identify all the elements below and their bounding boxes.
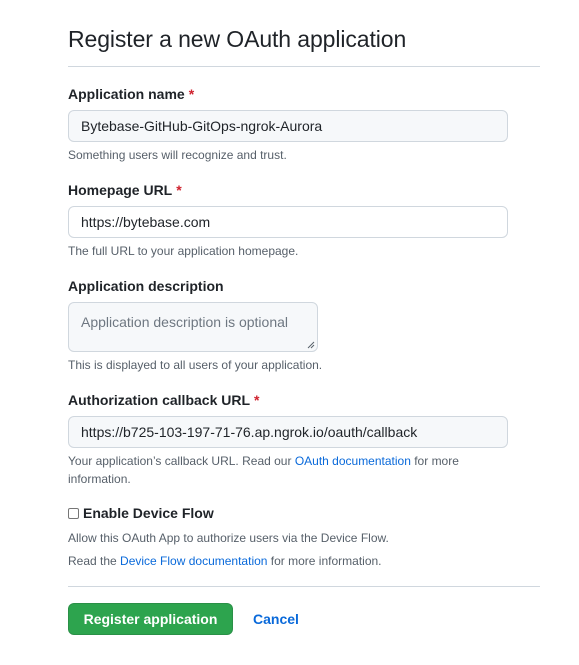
app-name-input[interactable]: Bytebase-GitHub-GitOps-ngrok-Aurora — [68, 110, 508, 142]
app-name-label: Application name * — [68, 86, 194, 102]
device-flow-documentation-link[interactable]: Device Flow documentation — [120, 554, 267, 568]
homepage-url-value: https://bytebase.com — [81, 214, 211, 230]
app-description-help: This is displayed to all users of your a… — [68, 358, 323, 372]
callback-url-input[interactable]: https://b725-103-197-71-76.ap.ngrok.io/o… — [68, 416, 508, 448]
title-divider — [68, 66, 540, 67]
app-description-textarea[interactable]: Application description is optional — [68, 302, 318, 352]
callback-url-value: https://b725-103-197-71-76.ap.ngrok.io/o… — [81, 424, 418, 440]
app-name-help: Something users will recognize and trust… — [68, 148, 287, 162]
oauth-documentation-link[interactable]: OAuth documentation — [295, 454, 411, 468]
homepage-url-label: Homepage URL * — [68, 182, 182, 198]
homepage-url-label-text: Homepage URL — [68, 182, 173, 198]
callback-url-label: Authorization callback URL * — [68, 392, 259, 408]
required-marker: * — [188, 86, 195, 102]
device-flow-docs-note: Read the Device Flow documentation for m… — [68, 552, 508, 570]
cancel-button[interactable]: Cancel — [253, 611, 299, 627]
app-description-placeholder: Application description is optional — [81, 314, 289, 330]
resize-grip-icon[interactable] — [307, 341, 315, 349]
device-flow-help: Allow this OAuth App to authorize users … — [68, 531, 389, 545]
required-marker: * — [254, 392, 260, 408]
enable-device-flow-label[interactable]: Enable Device Flow — [83, 505, 214, 521]
app-name-label-text: Application name — [68, 86, 185, 102]
actions-divider — [68, 586, 540, 587]
register-application-button[interactable]: Register application — [68, 603, 233, 635]
required-marker: * — [176, 182, 182, 198]
device-flow-docs-text: Read the — [68, 554, 121, 568]
app-description-label-text: Application description — [68, 278, 224, 294]
callback-url-help: Your application’s callback URL. Read ou… — [68, 452, 498, 488]
device-flow-row: Enable Device Flow — [68, 505, 214, 521]
page-title: Register a new OAuth application — [68, 26, 407, 52]
app-name-value: Bytebase-GitHub-GitOps-ngrok-Aurora — [81, 118, 323, 134]
enable-device-flow-checkbox[interactable] — [68, 508, 79, 519]
callback-help-text: Your application’s callback URL. Read ou… — [68, 454, 295, 468]
app-description-label: Application description — [68, 278, 224, 294]
callback-url-label-text: Authorization callback URL — [68, 392, 251, 408]
homepage-url-input[interactable]: https://bytebase.com — [68, 206, 508, 238]
device-flow-docs-text-end: for more information. — [267, 554, 382, 568]
homepage-url-help: The full URL to your application homepag… — [68, 244, 299, 258]
